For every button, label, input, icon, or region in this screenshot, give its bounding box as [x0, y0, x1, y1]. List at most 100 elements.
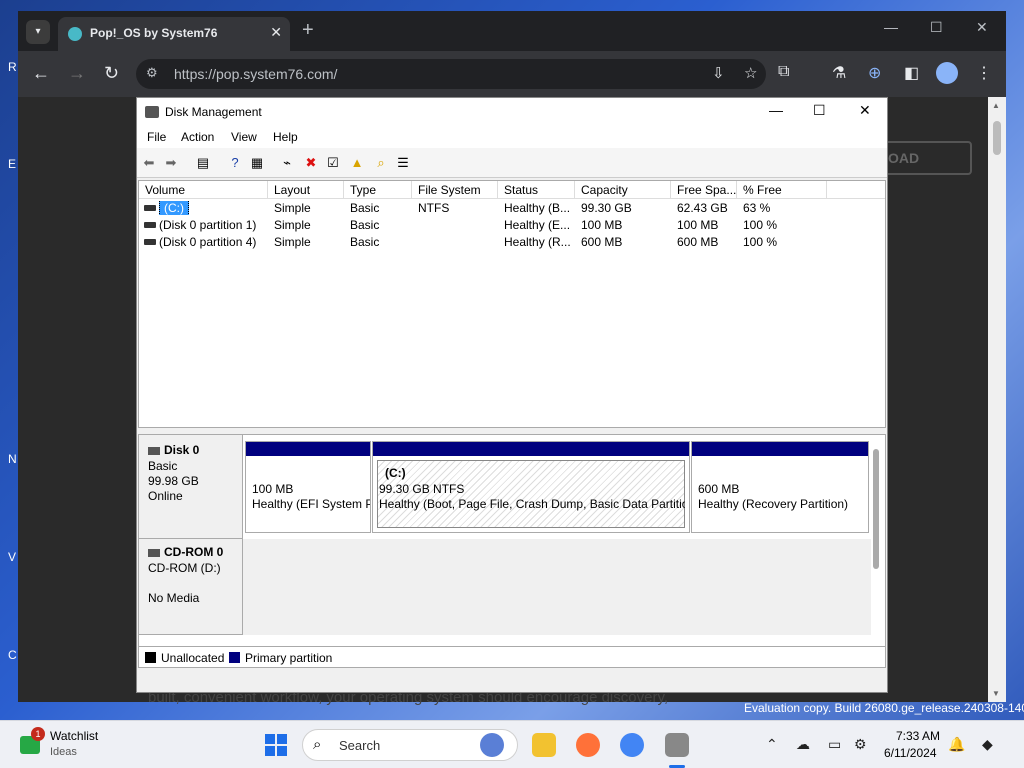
back-arrow-icon[interactable]: ⬅ [141, 155, 157, 171]
settings-list-icon[interactable]: ☰ [395, 155, 411, 171]
tab-close-icon[interactable]: ✕ [270, 24, 282, 41]
chevron-up-icon[interactable]: ⌃ [766, 736, 778, 753]
disk-management-taskbar-icon[interactable] [665, 733, 689, 757]
disk-icon [148, 447, 160, 455]
accessibility-icon[interactable]: ⚙ [854, 736, 867, 753]
menu-file[interactable]: File [147, 130, 166, 144]
col-status[interactable]: Status [498, 181, 575, 199]
table-row[interactable]: (Disk 0 partition 4) Simple Basic Health… [139, 234, 885, 251]
volume-type: Basic [350, 201, 380, 215]
network-icon[interactable]: ☁ [796, 736, 810, 753]
volume-file-system: NTFS [418, 201, 450, 215]
volume-name: (Disk 0 partition 4) [159, 235, 257, 249]
partition-status: Healthy (EFI System P [252, 497, 370, 511]
notification-bell-icon[interactable]: 🔔 [948, 736, 965, 753]
copilot-icon[interactable] [480, 733, 504, 757]
file-explorer-icon[interactable] [532, 733, 556, 757]
dm-maximize-button[interactable]: ☐ [813, 102, 826, 119]
tab-bar: ▾ Pop!_OS by System76 ✕ + — ☐ ✕ [18, 11, 1006, 51]
tab-title: Pop!_OS by System76 [90, 26, 218, 40]
menu-kebab-icon[interactable]: ⋮ [976, 63, 992, 83]
clock-time[interactable]: 7:33 AM [896, 729, 940, 743]
clock-date[interactable]: 6/11/2024 [884, 746, 937, 760]
dm-close-button[interactable]: ✕ [859, 102, 871, 119]
scroll-up-icon[interactable]: ▲ [992, 101, 1000, 110]
menu-action[interactable]: Action [181, 130, 214, 144]
dm-title-bar: Disk Management — ☐ ✕ [137, 98, 887, 126]
partition-efi[interactable]: 100 MB Healthy (EFI System P [245, 441, 371, 533]
menu-view[interactable]: View [231, 130, 257, 144]
profile-avatar[interactable] [936, 62, 958, 84]
dm-menubar: File Action View Help [137, 126, 887, 148]
connect-icon[interactable]: ⌁ [279, 155, 295, 171]
cdrom-area[interactable] [243, 539, 871, 635]
table-row[interactable]: (C:) Simple Basic NTFS Healthy (B... 99.… [139, 200, 885, 217]
download-icon[interactable]: ⊕ [868, 63, 881, 83]
display-icon[interactable]: ▭ [828, 736, 841, 753]
new-folder-icon[interactable]: ▲ [349, 155, 365, 171]
volume-free-space: 600 MB [677, 235, 719, 249]
table-row[interactable]: (Disk 0 partition 1) Simple Basic Health… [139, 217, 885, 234]
check-properties-icon[interactable]: ☑ [325, 155, 341, 171]
evaluation-watermark: Evaluation copy. Build 26080.ge_release.… [744, 701, 1024, 715]
cdrom-name: CD-ROM 0 [148, 545, 223, 559]
new-tab-button[interactable]: + [302, 19, 314, 42]
firefox-icon[interactable] [576, 733, 600, 757]
page-scrollbar[interactable]: ▲ ▼ [988, 97, 1006, 702]
disk-management-icon [145, 106, 159, 118]
copilot-pre-icon[interactable]: ◆ [982, 736, 993, 753]
col-capacity[interactable]: Capacity [575, 181, 671, 199]
scroll-down-icon[interactable]: ▼ [992, 689, 1000, 698]
disk-map-scrollbar[interactable] [873, 449, 879, 569]
help-icon[interactable]: ? [227, 155, 243, 171]
tab-search-dropdown[interactable]: ▾ [26, 20, 50, 44]
search-folder-icon[interactable]: ⌕ [373, 155, 389, 171]
partition-bar [692, 442, 868, 456]
minimize-button[interactable]: — [884, 19, 898, 35]
favicon-icon [68, 27, 82, 41]
properties-pane-icon[interactable]: ▦ [249, 155, 265, 171]
forward-button[interactable]: → [68, 63, 86, 84]
show-hide-tree-icon[interactable]: ▤ [195, 155, 211, 171]
volume-status: Healthy (B... [504, 201, 571, 215]
forward-arrow-icon[interactable]: ➡ [163, 155, 179, 171]
chrome-icon[interactable] [620, 733, 644, 757]
widget-title[interactable]: Watchlist [50, 729, 98, 743]
side-panel-icon[interactable]: ◧ [904, 63, 919, 83]
site-info-icon[interactable]: ⚙ [146, 65, 158, 81]
back-button[interactable]: ← [32, 63, 50, 84]
drive-icon [144, 239, 156, 245]
cdrom-label[interactable]: CD-ROM 0 CD-ROM (D:) No Media [139, 539, 243, 635]
col-free-space[interactable]: Free Spa... [671, 181, 737, 199]
scrollbar-thumb[interactable] [993, 121, 1001, 155]
reload-button[interactable]: ↻ [104, 63, 119, 84]
close-button[interactable]: ✕ [976, 19, 988, 36]
col-layout[interactable]: Layout [268, 181, 344, 199]
browser-toolbar: ← → ↻ ⚙ https://pop.system76.com/ ⇩ ☆ ⧉ … [18, 51, 1006, 97]
start-button[interactable] [265, 734, 287, 756]
address-bar[interactable]: ⚙ https://pop.system76.com/ ⇩ ☆ [136, 59, 766, 89]
col-percent-free[interactable]: % Free [737, 181, 827, 199]
tab-pop-os[interactable]: Pop!_OS by System76 ✕ [58, 17, 290, 51]
install-app-icon[interactable]: ⇩ [712, 64, 725, 82]
disk0-name: Disk 0 [148, 443, 199, 457]
partition-recovery[interactable]: 600 MB Healthy (Recovery Partition) [691, 441, 869, 533]
extensions-icon[interactable]: ⧉ [778, 63, 789, 81]
maximize-button[interactable]: ☐ [930, 19, 943, 36]
col-type[interactable]: Type [344, 181, 412, 199]
volume-type: Basic [350, 218, 380, 232]
col-volume[interactable]: Volume [139, 181, 268, 199]
delete-icon[interactable]: ✖ [303, 155, 319, 171]
disk0-label[interactable]: Disk 0 Basic 99.98 GB Online [139, 435, 243, 539]
partition-status: Healthy (Recovery Partition) [698, 497, 849, 511]
cdrom-drive: CD-ROM (D:) [148, 561, 221, 575]
bookmark-star-icon[interactable]: ☆ [744, 64, 757, 82]
dm-minimize-button[interactable]: — [769, 102, 783, 118]
drive-icon [144, 205, 156, 211]
cdrom-icon [148, 549, 160, 557]
menu-help[interactable]: Help [273, 130, 298, 144]
labs-flask-icon[interactable]: ⚗ [832, 63, 846, 83]
volume-free-space: 62.43 GB [677, 201, 728, 215]
partition-c[interactable]: (C:) 99.30 GB NTFS Healthy (Boot, Page F… [372, 441, 690, 533]
col-file-system[interactable]: File System [412, 181, 498, 199]
